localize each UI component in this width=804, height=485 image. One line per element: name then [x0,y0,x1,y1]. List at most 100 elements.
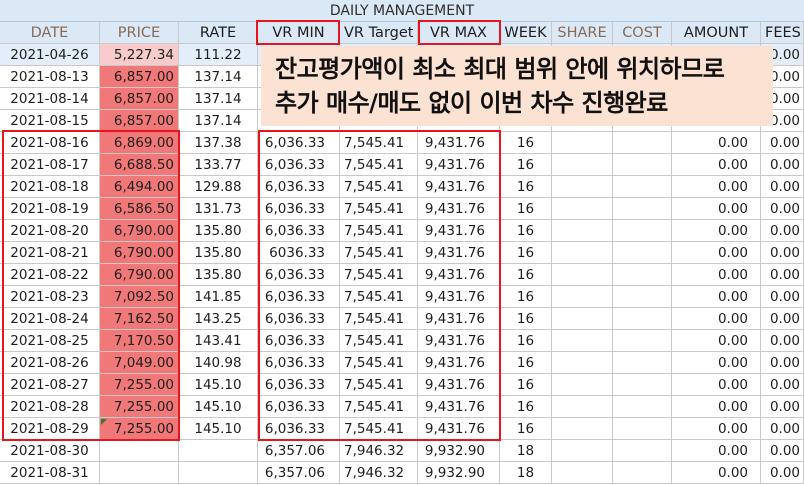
cell-vr-max[interactable]: 9,431.76 [418,396,500,418]
cell-price[interactable] [100,440,179,462]
cell-date[interactable]: 2021-04-26 [0,44,100,66]
cell-share[interactable] [552,330,613,352]
cell-rate[interactable]: 137.38 [179,132,258,154]
col-header-fees[interactable]: FEES [761,22,804,44]
cell-date[interactable]: 2021-08-20 [0,220,100,242]
cell-price[interactable]: 6,857.00 [100,110,179,132]
cell-rate[interactable]: 143.25 [179,308,258,330]
cell-price[interactable]: 6,688.50 [100,154,179,176]
cell-fees[interactable]: 0.00 [761,418,804,440]
cell-date[interactable]: 2021-08-22 [0,264,100,286]
cell-share[interactable] [552,396,613,418]
cell-amount[interactable]: 0.00 [672,374,761,396]
cell-price[interactable]: 7,255.00 [100,396,179,418]
cell-cost[interactable] [613,440,672,462]
cell-cost[interactable] [613,396,672,418]
cell-share[interactable] [552,220,613,242]
cell-rate[interactable]: 135.80 [179,242,258,264]
cell-rate[interactable]: 141.85 [179,286,258,308]
cell-share[interactable] [552,462,613,484]
cell-cost[interactable] [613,374,672,396]
cell-week[interactable]: 18 [500,462,552,484]
cell-share[interactable] [552,418,613,440]
cell-date[interactable]: 2021-08-24 [0,308,100,330]
cell-fees[interactable]: 0.00 [761,242,804,264]
cell-date[interactable]: 2021-08-19 [0,198,100,220]
cell-week[interactable]: 16 [500,396,552,418]
col-header-week[interactable]: WEEK [500,22,552,44]
cell-fees[interactable]: 0.00 [761,154,804,176]
cell-vr-max[interactable]: 9,431.76 [418,418,500,440]
cell-date[interactable]: 2021-08-30 [0,440,100,462]
cell-vr-max[interactable]: 9,431.76 [418,286,500,308]
cell-vr-max[interactable]: 9,431.76 [418,154,500,176]
cell-amount[interactable]: 0.00 [672,440,761,462]
col-header-cost[interactable]: COST [613,22,672,44]
cell-date[interactable]: 2021-08-16 [0,132,100,154]
cell-week[interactable]: 16 [500,220,552,242]
cell-vr-min[interactable]: 6,036.33 [258,132,340,154]
col-header-date[interactable]: DATE [0,22,100,44]
cell-share[interactable] [552,132,613,154]
cell-rate[interactable]: 111.22 [179,44,258,66]
cell-week[interactable]: 16 [500,286,552,308]
cell-fees[interactable]: 0.00 [761,440,804,462]
cell-rate[interactable]: 129.88 [179,176,258,198]
cell-date[interactable]: 2021-08-13 [0,66,100,88]
cell-amount[interactable]: 0.00 [672,264,761,286]
cell-fees[interactable]: 0.00 [761,462,804,484]
cell-price[interactable]: 6,790.00 [100,264,179,286]
cell-rate[interactable]: 143.41 [179,330,258,352]
cell-week[interactable]: 16 [500,352,552,374]
cell-fees[interactable]: 0.00 [761,286,804,308]
cell-date[interactable]: 2021-08-25 [0,330,100,352]
cell-week[interactable]: 16 [500,308,552,330]
cell-cost[interactable] [613,308,672,330]
cell-amount[interactable]: 0.00 [672,132,761,154]
cell-vr-max[interactable]: 9,431.76 [418,264,500,286]
cell-share[interactable] [552,374,613,396]
cell-cost[interactable] [613,242,672,264]
cell-cost[interactable] [613,352,672,374]
cell-amount[interactable]: 0.00 [672,462,761,484]
cell-date[interactable]: 2021-08-17 [0,154,100,176]
cell-vr-target[interactable]: 7,545.41 [340,264,418,286]
cell-vr-min[interactable]: 6036.33 [258,242,340,264]
cell-cost[interactable] [613,330,672,352]
cell-date[interactable]: 2021-08-14 [0,88,100,110]
cell-vr-target[interactable]: 7,545.41 [340,220,418,242]
cell-date[interactable]: 2021-08-15 [0,110,100,132]
cell-share[interactable] [552,176,613,198]
cell-rate[interactable]: 145.10 [179,418,258,440]
cell-share[interactable] [552,154,613,176]
cell-vr-min[interactable]: 6,036.33 [258,198,340,220]
cell-week[interactable]: 16 [500,242,552,264]
cell-fees[interactable]: 0.00 [761,374,804,396]
cell-rate[interactable]: 145.10 [179,396,258,418]
cell-week[interactable]: 18 [500,440,552,462]
cell-share[interactable] [552,440,613,462]
cell-price[interactable]: 6,790.00 [100,242,179,264]
cell-vr-target[interactable]: 7,545.41 [340,132,418,154]
cell-price[interactable]: 7,255.00 [100,374,179,396]
col-header-vr-target[interactable]: VR Target [340,22,418,44]
cell-cost[interactable] [613,462,672,484]
cell-rate[interactable]: 137.14 [179,110,258,132]
cell-fees[interactable]: 0.00 [761,396,804,418]
cell-rate[interactable]: 133.77 [179,154,258,176]
cell-price[interactable]: 6,869.00 [100,132,179,154]
cell-vr-min[interactable]: 6,036.33 [258,176,340,198]
cell-vr-target[interactable]: 7,545.41 [340,396,418,418]
cell-vr-min[interactable]: 6,036.33 [258,264,340,286]
cell-price[interactable]: 7,170.50 [100,330,179,352]
cell-vr-max[interactable]: 9,431.76 [418,308,500,330]
cell-price[interactable]: 6,790.00 [100,220,179,242]
cell-fees[interactable]: 0.00 [761,308,804,330]
cell-vr-max[interactable]: 9,932.90 [418,440,500,462]
cell-vr-target[interactable]: 7,545.41 [340,374,418,396]
cell-vr-target[interactable]: 7,545.41 [340,286,418,308]
cell-cost[interactable] [613,220,672,242]
cell-price[interactable]: 7,092.50 [100,286,179,308]
col-header-share[interactable]: SHARE [552,22,613,44]
cell-vr-max[interactable]: 9,431.76 [418,330,500,352]
